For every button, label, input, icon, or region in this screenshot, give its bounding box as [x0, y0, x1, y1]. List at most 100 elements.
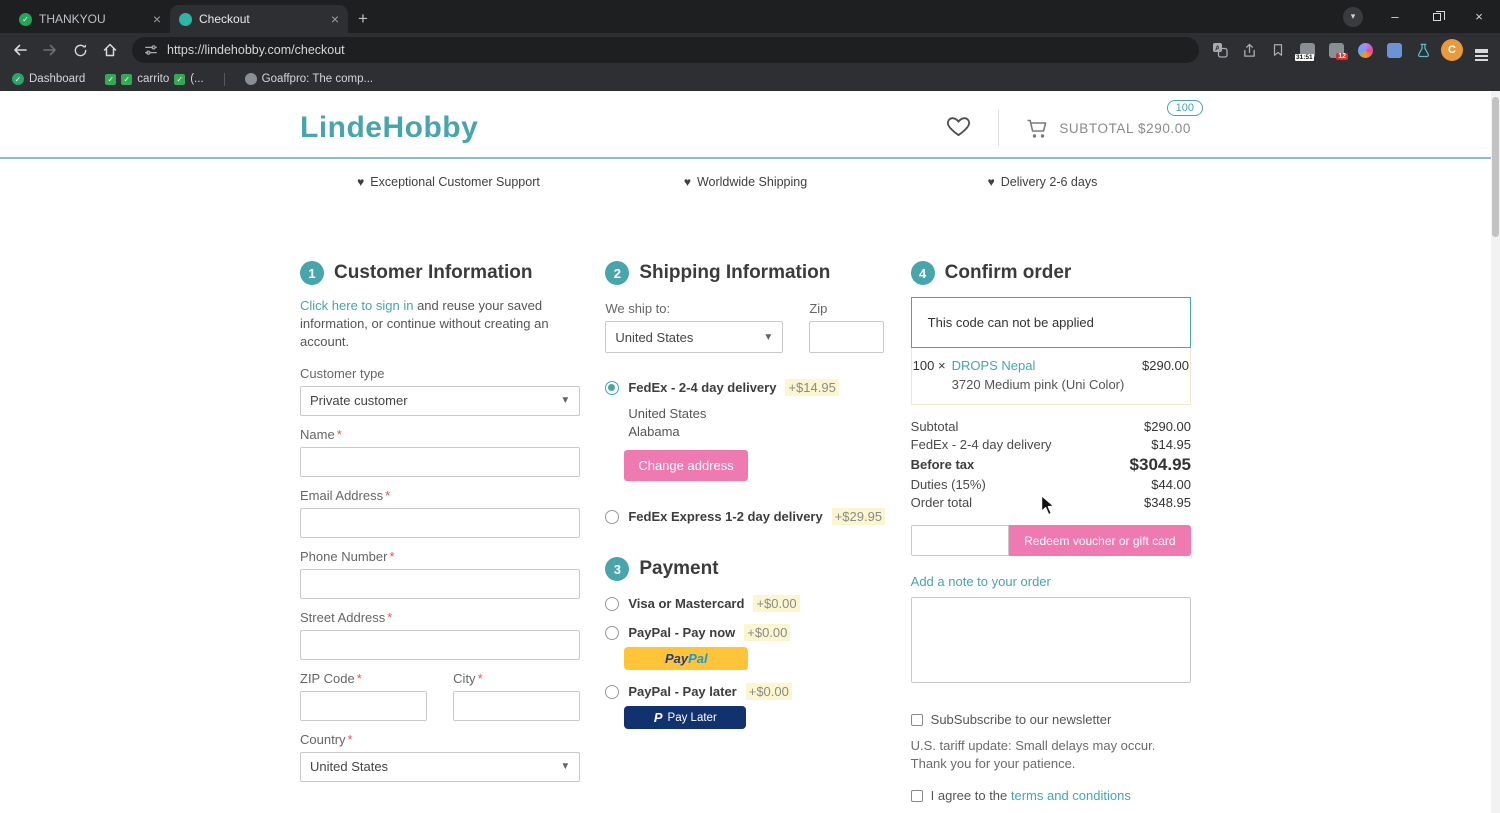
back-button[interactable]	[6, 36, 34, 64]
payment-price: +$0.00	[745, 683, 792, 701]
radio-icon[interactable]	[605, 596, 620, 611]
radio-icon[interactable]	[605, 684, 620, 699]
benefit-label: Worldwide Shipping	[696, 175, 808, 189]
home-icon	[103, 43, 117, 57]
maximize-button[interactable]	[1416, 0, 1458, 33]
bookmark-button[interactable]	[1265, 37, 1291, 63]
site-header: LindeHobby SUBTOTAL $290.00 100	[300, 91, 1203, 157]
chevron-down-icon: ▼	[560, 761, 571, 773]
change-address-button[interactable]: Change address	[624, 450, 748, 482]
tab-close-icon[interactable]: ×	[153, 12, 161, 26]
forward-button[interactable]	[36, 36, 64, 64]
benefit-support: ♥ Exceptional Customer Support	[300, 175, 597, 189]
extension-timer-button[interactable]: 31:51	[1294, 37, 1320, 63]
benefit-label: Exceptional Customer Support	[370, 175, 540, 189]
heart-icon: ♥	[987, 175, 995, 189]
voucher-code-field[interactable]	[910, 525, 1009, 556]
minimize-button[interactable]: –	[1374, 0, 1416, 33]
tab-thankyou[interactable]: ✓ THANKYOU ×	[10, 5, 170, 33]
close-button[interactable]: ×	[1458, 0, 1500, 33]
labs-button[interactable]	[1410, 37, 1436, 63]
address-bar[interactable]: https://lindehobby.com/checkout	[132, 37, 1199, 63]
signin-paragraph: Click here to sign in and reuse your sav…	[300, 298, 549, 350]
bookmark-label: carrito	[137, 73, 170, 85]
payment-price: +$0.00	[744, 624, 791, 642]
bookmark-goaffpro[interactable]: Goaffpro: The comp...	[244, 73, 374, 85]
ship-country-select[interactable]: United States ▼	[605, 321, 784, 353]
window-controls: ▾ – ×	[1332, 0, 1500, 33]
ship-address-state: Alabama	[628, 424, 680, 440]
reload-icon	[74, 43, 86, 56]
extension-counter-button[interactable]: 12	[1323, 37, 1349, 63]
benefit-shipping: ♥ Worldwide Shipping	[597, 175, 894, 189]
wishlist-button[interactable]	[945, 113, 972, 143]
customer-information-section: 1 Customer Information Click here to sig…	[300, 261, 581, 782]
bookmark-icon	[1273, 44, 1283, 56]
cart-count-badge: 100	[1166, 100, 1203, 116]
scrollbar-track[interactable]	[1491, 91, 1500, 813]
order-note-textarea[interactable]	[910, 597, 1191, 683]
zip-field[interactable]	[300, 690, 428, 721]
item-variant: 3720 Medium pink (Uni Color)	[951, 377, 1125, 392]
street-field[interactable]	[300, 629, 581, 660]
sign-in-link[interactable]: Click here to sign in	[300, 298, 413, 313]
email-field[interactable]	[300, 507, 581, 538]
radio-icon[interactable]	[605, 625, 620, 640]
new-tab-button[interactable]: +	[348, 9, 378, 33]
cart-summary[interactable]: SUBTOTAL $290.00 100	[1025, 100, 1203, 139]
name-field[interactable]	[300, 446, 581, 477]
item-name-link[interactable]: DROPS Nepal	[952, 358, 1036, 373]
customer-type-select[interactable]: Private customer ▼	[300, 385, 581, 416]
shipping-option-fedex-express[interactable]: FedEx Express 1-2 day delivery +$29.95	[605, 508, 886, 526]
share-button[interactable]	[1236, 37, 1262, 63]
summary-row-duties: Duties (15%) $44.00	[910, 477, 1191, 492]
payment-option-paypal-now[interactable]: PayPal - Pay now +$0.00	[605, 624, 885, 642]
section-title: Customer Information	[334, 262, 533, 283]
ship-zip-field[interactable]	[809, 321, 885, 353]
payment-option-paypal-later[interactable]: PayPal - Pay later +$0.00	[605, 683, 885, 701]
tab-search-button[interactable]: ▾	[1332, 0, 1374, 33]
cart-icon	[1027, 119, 1047, 138]
terms-checkbox[interactable]	[910, 789, 923, 802]
tab-close-icon[interactable]: ×	[331, 12, 339, 26]
checkout-page: LindeHobby SUBTOTAL $290.00 100 ♥ Except…	[0, 91, 1491, 813]
reload-button[interactable]	[66, 36, 94, 64]
scrollbar-thumb[interactable]	[1492, 97, 1499, 237]
bookmark-dashboard[interactable]: ✓ Dashboard	[12, 73, 85, 85]
profile-button[interactable]: C	[1439, 37, 1465, 63]
radio-icon[interactable]	[605, 509, 620, 524]
bookmarks-divider	[223, 72, 225, 86]
browser-menu-button[interactable]	[1468, 37, 1494, 63]
newsletter-checkbox[interactable]	[910, 713, 923, 726]
bookmark-label: Goaffpro: The comp...	[261, 73, 374, 85]
counter-badge: 12	[1336, 53, 1348, 60]
home-button[interactable]	[96, 36, 124, 64]
city-field[interactable]	[453, 690, 581, 721]
payment-price: +$0.00	[753, 595, 800, 613]
country-select[interactable]: United States ▼	[300, 751, 581, 782]
paypal-button[interactable]: Pay Pal	[624, 647, 749, 671]
phone-field[interactable]	[300, 568, 581, 599]
site-info-icon[interactable]	[144, 43, 158, 57]
tab-checkout[interactable]: Checkout ×	[170, 5, 348, 33]
chevron-down-icon: ▼	[763, 331, 774, 343]
summary-row-shipping: FedEx - 2-4 day delivery $14.95	[910, 437, 1191, 452]
extension-colorful-button[interactable]	[1352, 37, 1378, 63]
url-text: https://lindehobby.com/checkout	[167, 43, 345, 57]
section-title: Shipping Information	[639, 262, 831, 283]
tab-title: Checkout	[199, 12, 250, 26]
shipping-option-fedex[interactable]: FedEx - 2-4 day delivery +$14.95	[605, 379, 885, 396]
zip-label: Zip	[809, 301, 828, 316]
benefit-label: Delivery 2-6 days	[1000, 175, 1098, 189]
redeem-voucher-button[interactable]: Redeem voucher or gift card	[1008, 525, 1191, 556]
add-note-link[interactable]: Add a note to your order	[911, 574, 1051, 589]
extension-blue-button[interactable]	[1381, 37, 1407, 63]
radio-icon[interactable]	[605, 380, 620, 395]
bookmark-carrito[interactable]: ✓ ✓ carrito ✓ (...	[105, 73, 204, 85]
site-logo[interactable]: LindeHobby	[300, 111, 478, 145]
terms-link[interactable]: terms and conditions	[1011, 788, 1131, 803]
paypal-paylater-button[interactable]: P Pay Later	[624, 706, 747, 730]
step-number-badge: 4	[910, 261, 935, 285]
translate-button[interactable]: A	[1207, 37, 1233, 63]
payment-option-card[interactable]: Visa or Mastercard +$0.00	[605, 595, 885, 613]
